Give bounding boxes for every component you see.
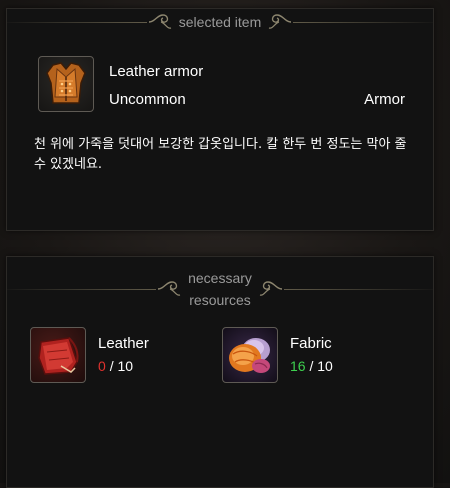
resource-count: 16 / 10: [290, 356, 333, 376]
resource-count: 0 / 10: [98, 356, 149, 376]
resource-have: 0: [98, 358, 106, 374]
header-divider-right: [283, 288, 433, 290]
resources-title-line2: resources: [189, 292, 251, 308]
leather-armor-icon: [38, 56, 94, 112]
item-type: Armor: [364, 91, 405, 108]
resource-leather: Leather 0 / 10: [30, 327, 149, 383]
selected-item-panel: selected item Leather armor Uncommon Arm…: [6, 8, 434, 231]
resources-title: necessary resources: [182, 267, 258, 311]
ornament-left-icon: [148, 14, 171, 29]
resource-name: Fabric: [290, 335, 332, 352]
header-divider-right: [293, 21, 434, 23]
resource-fabric: Fabric 16 / 10: [222, 327, 333, 383]
ornament-right-icon: [259, 281, 282, 296]
necessary-resources-panel: necessary resources Leather 0 / 10 Fabri…: [6, 256, 434, 488]
resources-title-line1: necessary: [188, 270, 252, 286]
header-divider-left: [7, 21, 147, 23]
selected-item-header: selected item: [7, 11, 434, 33]
leather-icon: [30, 327, 86, 383]
ornament-right-icon: [269, 14, 292, 29]
item-name: Leather armor: [109, 63, 204, 80]
resources-header: necessary resources: [7, 267, 433, 311]
fabric-icon: [222, 327, 278, 383]
item-rarity: Uncommon: [109, 91, 186, 108]
resource-need: / 10: [109, 358, 134, 374]
item-description: 천 위에 가죽을 덧대어 보강한 갑옷입니다. 칼 한두 번 정도는 막아 줄 …: [34, 137, 407, 172]
header-divider-left: [7, 288, 157, 290]
ornament-left-icon: [158, 281, 181, 296]
resource-need: / 10: [309, 358, 333, 374]
resource-have: 16: [290, 358, 306, 374]
resource-name: Leather: [98, 335, 149, 352]
selected-item-title: selected item: [178, 14, 262, 30]
